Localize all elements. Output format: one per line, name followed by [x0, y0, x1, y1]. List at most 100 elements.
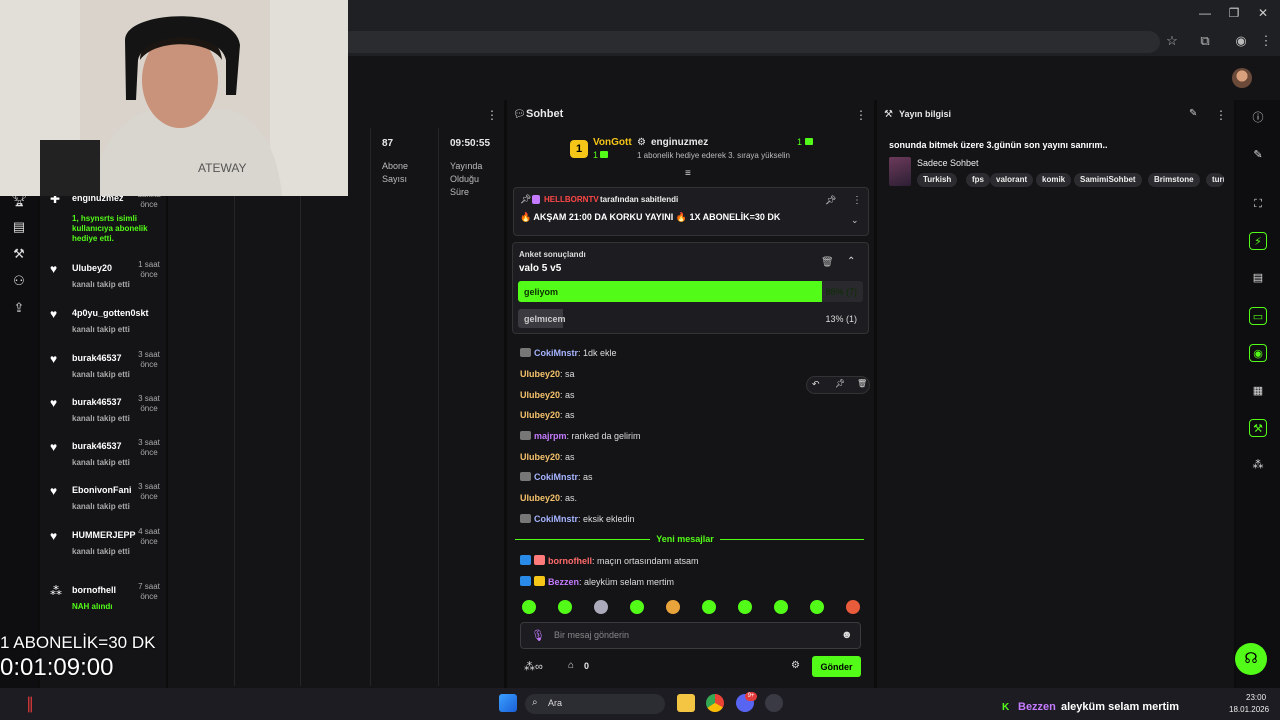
library-icon[interactable]: ▤	[11, 219, 27, 235]
activity-username[interactable]: burak46537	[72, 397, 122, 407]
scan-icon[interactable]: ⛶	[1249, 195, 1267, 213]
document-icon[interactable]: ▤	[1249, 269, 1267, 287]
chat-username[interactable]: Ulubey20	[520, 410, 560, 420]
chat-icon: 💬︎	[513, 109, 526, 120]
chat-username[interactable]: bornofhell	[548, 556, 592, 566]
users-icon[interactable]: ⚇	[11, 273, 27, 289]
layout-icon[interactable]: ▦	[1249, 382, 1267, 400]
tools-icon[interactable]: ⚒	[1249, 419, 1267, 437]
collapse-icon[interactable]: ≡	[685, 168, 691, 179]
emote-icon[interactable]	[702, 600, 716, 614]
stream-tag[interactable]: fps	[966, 173, 990, 187]
chat-menu-icon[interactable]: ⋮	[855, 108, 867, 122]
poll-option-2-result: 13% (1)	[825, 314, 857, 324]
windows-start-icon[interactable]	[499, 694, 517, 712]
upload-icon[interactable]: ⇪	[11, 300, 27, 316]
emote-icon[interactable]	[666, 600, 680, 614]
kick-points-icon[interactable]: ⁂	[1249, 456, 1267, 474]
poll-option-1-fill	[518, 281, 822, 302]
emote-icon[interactable]	[594, 600, 608, 614]
pin-message-icon[interactable]: 📌︎	[835, 379, 845, 388]
stream-tag[interactable]: SamimiSohbet	[1074, 173, 1142, 187]
stream-tag[interactable]: valorant	[990, 173, 1034, 187]
emoji-icon[interactable]: ☻	[841, 629, 853, 641]
info-icon[interactable]: ⓘ	[1249, 109, 1267, 127]
stream-tag[interactable]: komik	[1036, 173, 1072, 187]
delete-icon[interactable]: 🗑︎	[857, 379, 867, 388]
category-name[interactable]: Sadece Sohbet	[917, 158, 979, 168]
wrench-icon[interactable]: ⚒	[11, 246, 27, 262]
info-menu-icon[interactable]: ⋮	[1215, 108, 1227, 122]
pinned-by-user[interactable]: HELLBORNTV	[544, 195, 599, 204]
chat-username[interactable]: CokiMnstr	[534, 472, 578, 482]
chat-bubble-icon[interactable]: ▭	[1249, 307, 1267, 325]
chrome-icon[interactable]	[706, 694, 724, 712]
extensions-icon[interactable]: ⧉	[1197, 33, 1213, 49]
activity-time: 3 saat önce	[138, 394, 160, 413]
emote-icon[interactable]	[522, 600, 536, 614]
maximize-button[interactable]: ❐	[1227, 6, 1241, 20]
profile-icon[interactable]: ◉	[1233, 33, 1249, 49]
stream-tag[interactable]: Brimstone	[1148, 173, 1200, 187]
emote-icon[interactable]	[846, 600, 860, 614]
lightning-icon[interactable]: ⚡︎	[1249, 232, 1267, 250]
browser-menu-icon[interactable]: ⋮	[1258, 33, 1274, 49]
chat-username[interactable]: Bezzen	[548, 577, 579, 587]
activity-username[interactable]: 4p0yu_gotten0skt	[72, 308, 149, 318]
chat-username[interactable]: Ulubey20	[520, 493, 560, 503]
address-bar[interactable]	[340, 31, 1160, 53]
chat-message: majrpm: ranked da gelirim	[520, 431, 641, 441]
taskbar-search[interactable]	[525, 694, 665, 714]
emote-icon[interactable]	[774, 600, 788, 614]
chat-message: Ulubey20: as	[520, 452, 575, 462]
unpin-icon[interactable]: 📌︎	[825, 195, 836, 206]
chat-username[interactable]: Ulubey20	[520, 390, 560, 400]
settings-gear-icon[interactable]: ⚙	[791, 660, 800, 671]
chat-username[interactable]: majrpm	[534, 431, 567, 441]
reply-icon[interactable]: ↶	[812, 379, 820, 390]
activity-username[interactable]: burak46537	[72, 441, 122, 451]
activity-username[interactable]: Ulubey20	[72, 263, 112, 273]
emote-icon[interactable]	[810, 600, 824, 614]
expand-icon[interactable]: ⌄	[851, 215, 859, 226]
chat-username[interactable]: CokiMnstr	[534, 348, 578, 358]
mic-icon[interactable]: 🎙︎	[531, 629, 545, 642]
chevron-up-icon[interactable]: ⌃	[847, 256, 855, 267]
divider	[370, 128, 371, 686]
leaderboard-sub-name[interactable]: enginuzmez	[651, 137, 708, 148]
pencil-icon[interactable]: ✎	[1249, 146, 1267, 164]
emote-icon[interactable]	[558, 600, 572, 614]
emote-icon[interactable]	[630, 600, 644, 614]
chat-input-placeholder[interactable]: Bir mesaj gönderin	[554, 630, 629, 640]
activity-username[interactable]: HUMMERJEPP	[72, 530, 136, 540]
support-headset-icon[interactable]: ☊	[1235, 643, 1267, 675]
pinned-menu-icon[interactable]: ⋮	[852, 195, 862, 206]
chat-text: : maçın ortasındamı atsam	[592, 556, 699, 566]
activity-username[interactable]: bornofhell	[72, 585, 116, 595]
chat-message: bornofhell: maçın ortasındamı atsam	[520, 555, 699, 566]
category-thumbnail[interactable]	[889, 157, 911, 186]
leaderboard-top-name[interactable]: VonGott	[593, 137, 632, 148]
file-explorer-icon[interactable]	[677, 694, 695, 712]
close-window-button[interactable]: ✕	[1256, 6, 1270, 20]
kick-points-icon[interactable]: ⁂∞	[524, 660, 543, 673]
app-icon[interactable]	[765, 694, 783, 712]
emote-icon[interactable]	[738, 600, 752, 614]
activity-username[interactable]: burak46537	[72, 353, 122, 363]
chat-username[interactable]: Ulubey20	[520, 452, 560, 462]
bookmark-star-icon[interactable]: ☆	[1164, 33, 1180, 49]
stream-tag[interactable]: turkey	[1206, 173, 1224, 187]
chat-username[interactable]: CokiMnstr	[534, 514, 578, 524]
trash-icon[interactable]: 🗑︎	[821, 257, 834, 268]
edit-icon[interactable]: ✎	[1189, 108, 1197, 119]
send-button[interactable]: Gönder	[812, 656, 861, 677]
activity-username[interactable]: EbonivonFani	[72, 485, 132, 495]
stats-menu-icon[interactable]: ⋮	[486, 108, 498, 122]
store-icon[interactable]: ⌂	[568, 660, 574, 671]
app-logo-icon[interactable]: ∥	[26, 694, 34, 714]
minimize-button[interactable]: —	[1198, 6, 1212, 20]
chat-username[interactable]: Ulubey20	[520, 369, 560, 379]
broadcast-icon[interactable]: ◉	[1249, 344, 1267, 362]
stream-tag[interactable]: Turkish	[917, 173, 958, 187]
user-avatar[interactable]	[1232, 68, 1252, 88]
